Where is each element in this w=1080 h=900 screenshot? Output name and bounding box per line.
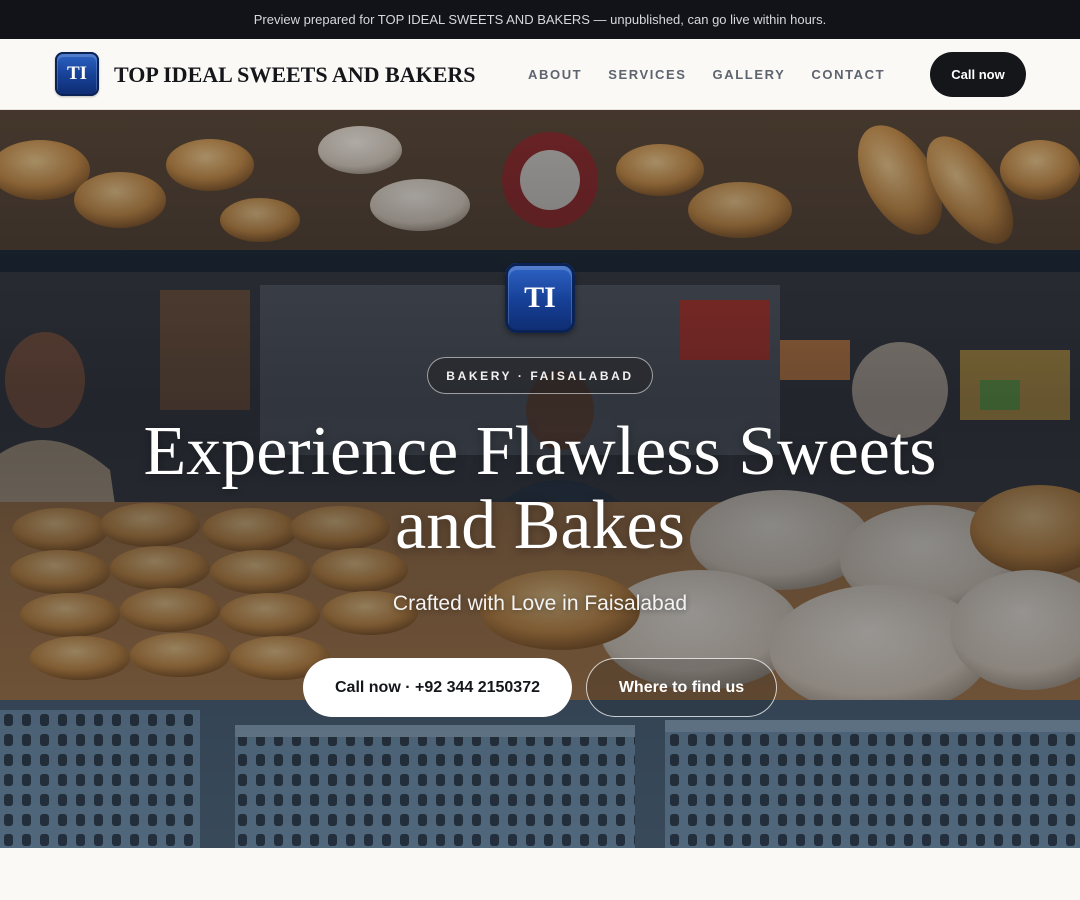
call-now-button[interactable]: Call now · +92 344 2150372 [303, 658, 572, 717]
brand-logo[interactable]: TI [55, 52, 99, 96]
brand-logo-initials: TI [66, 63, 88, 84]
find-us-button[interactable]: Where to find us [586, 658, 777, 717]
hero-logo: TI [505, 263, 575, 333]
nav-link-about[interactable]: ABOUT [528, 67, 582, 82]
hero-subtitle: Crafted with Love in Faisalabad [392, 592, 688, 615]
brand-name[interactable]: TOP IDEAL SWEETS AND BAKERS [114, 39, 476, 110]
hero-section: TI BAKERY · FAISALABAD Experience Flawle… [0, 110, 1080, 848]
nav-link-gallery[interactable]: GALLERY [713, 67, 786, 82]
preview-banner-text: Preview prepared for TOP IDEAL SWEETS AN… [253, 12, 827, 27]
hero-category-badge: BAKERY · FAISALABAD [427, 357, 653, 394]
hero-title: Experience Flawless Sweets and Bakes [143, 413, 937, 564]
next-section [0, 848, 1080, 900]
nav-link-services[interactable]: SERVICES [608, 67, 686, 82]
nav-link-contact[interactable]: CONTACT [811, 67, 885, 82]
hero-logo-initials: TI [524, 281, 556, 314]
main-nav: ABOUT SERVICES GALLERY CONTACT [528, 39, 911, 110]
header-call-button[interactable]: Call now [930, 52, 1026, 97]
site-header: TI TOP IDEAL SWEETS AND BAKERS ABOUT SER… [0, 39, 1080, 110]
preview-banner: Preview prepared for TOP IDEAL SWEETS AN… [0, 0, 1080, 39]
